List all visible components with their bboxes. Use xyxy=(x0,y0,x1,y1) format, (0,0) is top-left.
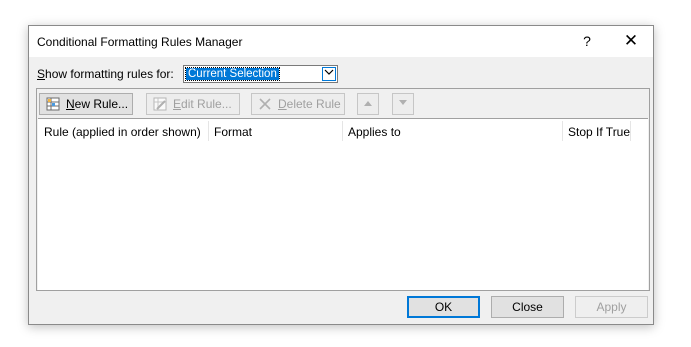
conditional-formatting-dialog: Conditional Formatting Rules Manager ? ✕… xyxy=(28,25,654,325)
rules-panel: New Rule... Edit Rule... Delete Rule Rul… xyxy=(36,88,650,291)
column-divider[interactable] xyxy=(630,121,631,141)
new-rule-button[interactable]: New Rule... xyxy=(39,93,133,115)
column-divider[interactable] xyxy=(208,121,209,141)
new-rule-label: New Rule... xyxy=(66,97,129,111)
delete-x-icon xyxy=(258,97,272,111)
move-down-button[interactable] xyxy=(392,93,414,115)
up-arrow-icon xyxy=(363,99,373,109)
column-header-applies-to[interactable]: Applies to xyxy=(348,125,401,139)
chevron-down-icon[interactable] xyxy=(322,67,336,81)
new-rule-icon xyxy=(46,97,60,111)
delete-rule-label: Delete Rule xyxy=(278,97,341,111)
column-header-stop-if-true[interactable]: Stop If True xyxy=(568,125,630,139)
help-button[interactable]: ? xyxy=(576,30,598,52)
show-rules-dropdown[interactable]: Current Selection xyxy=(183,65,338,83)
edit-rule-label: Edit Rule... xyxy=(173,97,232,111)
column-header-rule[interactable]: Rule (applied in order shown) xyxy=(44,125,201,139)
move-up-button[interactable] xyxy=(357,93,379,115)
close-button[interactable]: Close xyxy=(491,296,564,318)
edit-rule-button[interactable]: Edit Rule... xyxy=(146,93,240,115)
show-rules-selected-value: Current Selection xyxy=(185,67,280,81)
column-divider[interactable] xyxy=(562,121,563,141)
column-divider[interactable] xyxy=(342,121,343,141)
apply-button[interactable]: Apply xyxy=(575,296,648,318)
show-rules-label: Show formatting rules for: xyxy=(37,67,174,81)
ok-button[interactable]: OK xyxy=(407,296,480,318)
title-bar: Conditional Formatting Rules Manager ? ✕ xyxy=(29,26,653,57)
delete-rule-button[interactable]: Delete Rule xyxy=(251,93,345,115)
close-icon[interactable]: ✕ xyxy=(618,30,644,52)
dialog-title: Conditional Formatting Rules Manager xyxy=(37,35,243,49)
edit-rule-icon xyxy=(153,97,167,111)
down-arrow-icon xyxy=(398,99,408,109)
rules-list[interactable]: Rule (applied in order shown) Format App… xyxy=(38,118,648,290)
column-header-format[interactable]: Format xyxy=(214,125,252,139)
